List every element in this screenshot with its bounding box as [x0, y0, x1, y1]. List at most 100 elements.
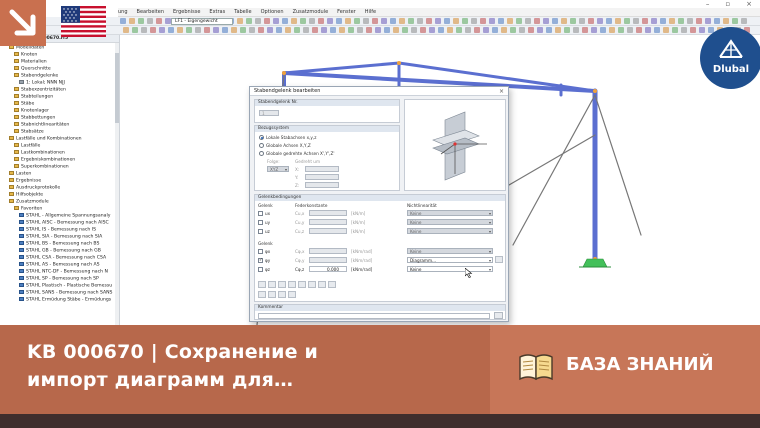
navigator-item[interactable]: Lastfälle — [14, 143, 40, 149]
toolbar-tool-icon[interactable] — [615, 18, 621, 24]
toolbar-tool-icon[interactable] — [462, 18, 468, 24]
toolbar-tool-icon[interactable] — [186, 27, 192, 33]
toolbar-tool-icon[interactable] — [435, 18, 441, 24]
menu-item-tools[interactable]: Extras — [209, 9, 225, 15]
navigator-item[interactable]: Stabsätze — [14, 129, 44, 135]
toolbar-tool-icon[interactable] — [303, 27, 309, 33]
toolbar-tool-icon[interactable] — [384, 27, 390, 33]
toolbar-tool-icon[interactable] — [273, 18, 279, 24]
toolbar-tool-icon[interactable] — [213, 27, 219, 33]
toolbar-tool-icon[interactable] — [714, 18, 720, 24]
preset-button-6[interactable] — [308, 281, 316, 288]
toolbar-tool-icon[interactable] — [519, 27, 525, 33]
toolbar-tool-icon[interactable] — [552, 18, 558, 24]
navigator-item[interactable]: STAHL GB - Bemessung nach GB — [19, 248, 101, 254]
toolbar-tool-icon[interactable] — [606, 18, 612, 24]
toolbar-tool-icon[interactable] — [681, 27, 687, 33]
toolbar-tool-icon[interactable] — [480, 18, 486, 24]
hinge-phiz-checkbox[interactable] — [258, 267, 263, 272]
toolbar-tool-icon[interactable] — [600, 27, 606, 33]
toolbar-tool-icon[interactable] — [309, 18, 315, 24]
radio-rotated-axes[interactable] — [259, 151, 264, 156]
toolbar-tool-icon[interactable] — [411, 27, 417, 33]
toolbar-tool-icon[interactable] — [699, 27, 705, 33]
toolbar-tool-icon[interactable] — [672, 27, 678, 33]
navigator-item[interactable]: Ausdruckprotokolle — [9, 185, 60, 191]
toolbar-tool-icon[interactable] — [168, 27, 174, 33]
preset-button-1[interactable] — [258, 281, 266, 288]
toolbar-tool-icon[interactable] — [645, 27, 651, 33]
toolbar-tool-icon[interactable] — [141, 27, 147, 33]
toolbar-tool-icon[interactable] — [597, 18, 603, 24]
toolbar-tool-icon[interactable] — [120, 18, 126, 24]
navigator-item[interactable]: Favoriten — [14, 206, 42, 212]
preset-button-9[interactable] — [258, 291, 266, 298]
toolbar-tool-icon[interactable] — [570, 18, 576, 24]
toolbar-tool-icon[interactable] — [588, 18, 594, 24]
comment-pick-button[interactable] — [494, 312, 503, 319]
toolbar-tool-icon[interactable] — [240, 27, 246, 33]
navigator-item[interactable]: Materialien — [14, 59, 47, 65]
preset-button-5[interactable] — [298, 281, 306, 288]
toolbar-tool-icon[interactable] — [327, 18, 333, 24]
toolbar-tool-icon[interactable] — [336, 18, 342, 24]
toolbar-tool-icon[interactable] — [660, 18, 666, 24]
preset-button-2[interactable] — [268, 281, 276, 288]
toolbar-tool-icon[interactable] — [177, 27, 183, 33]
navigator-item[interactable]: Stabbettungen — [14, 115, 55, 121]
toolbar-tool-icon[interactable] — [555, 27, 561, 33]
toolbar-tool-icon[interactable] — [204, 27, 210, 33]
toolbar-tool-icon[interactable] — [732, 18, 738, 24]
toolbar-tool-icon[interactable] — [402, 27, 408, 33]
toolbar-tool-icon[interactable] — [591, 27, 597, 33]
navigator-item[interactable]: Stabnichtlinearitäten — [14, 122, 69, 128]
toolbar-tool-icon[interactable] — [534, 18, 540, 24]
menu-item-help[interactable]: Hilfe — [365, 9, 376, 15]
toolbar-tool-icon[interactable] — [363, 18, 369, 24]
comment-input[interactable] — [258, 313, 490, 319]
toolbar-tool-icon[interactable] — [483, 27, 489, 33]
navigator-item[interactable]: STAHL AS - Bemessung nach AS — [19, 262, 100, 268]
preset-button-4[interactable] — [288, 281, 296, 288]
navigator-scrollbar[interactable] — [115, 43, 119, 325]
loadcase-select[interactable]: LF1 - Eigengewicht — [171, 18, 233, 25]
preset-button-8[interactable] — [328, 281, 336, 288]
spring-phiz-field[interactable]: 0.000 — [309, 266, 347, 272]
navigator-item[interactable]: STAHL Plastisch - Plastische Bemessu — [19, 283, 112, 289]
toolbar-tool-icon[interactable] — [525, 18, 531, 24]
toolbar-tool-icon[interactable] — [339, 27, 345, 33]
toolbar-tool-icon[interactable] — [696, 18, 702, 24]
toolbar-tool-icon[interactable] — [156, 18, 162, 24]
toolbar-tool-icon[interactable] — [282, 18, 288, 24]
toolbar-tool-icon[interactable] — [237, 18, 243, 24]
navigator-item[interactable]: STAHL - Allgemeine Spannungsanaly — [19, 213, 110, 219]
toolbar-tool-icon[interactable] — [294, 27, 300, 33]
navigator-item[interactable]: Knoten — [14, 52, 37, 58]
hinge-uz-checkbox[interactable] — [258, 229, 263, 234]
toolbar-tool-icon[interactable] — [381, 18, 387, 24]
toolbar-tool-icon[interactable] — [618, 27, 624, 33]
navigator-item[interactable]: Hilfsobjekte — [9, 192, 43, 198]
toolbar-tool-icon[interactable] — [129, 18, 135, 24]
navigator-item[interactable]: STAHL Ermüdung Stäbe - Ermüdungs — [19, 297, 111, 303]
toolbar-tool-icon[interactable] — [267, 27, 273, 33]
navigator-item[interactable]: Superkombinationen — [14, 164, 69, 170]
toolbar-tool-icon[interactable] — [357, 27, 363, 33]
navigator-item[interactable]: STAHL AISC - Bemessung nach AISC — [19, 220, 109, 226]
toolbar-tool-icon[interactable] — [195, 27, 201, 33]
navigator-item[interactable]: Knotenlager — [14, 108, 49, 114]
hinge-uy-checkbox[interactable] — [258, 220, 263, 225]
toolbar-tool-icon[interactable] — [231, 27, 237, 33]
toolbar-tool-icon[interactable] — [132, 27, 138, 33]
toolbar-tool-icon[interactable] — [573, 27, 579, 33]
preset-button-10[interactable] — [268, 291, 276, 298]
hinge-phiy-checkbox[interactable]: ✓ — [258, 258, 263, 263]
navigator-item[interactable]: Stabexzentrizitäten — [14, 87, 66, 93]
toolbar-tool-icon[interactable] — [291, 18, 297, 24]
toolbar-tool-icon[interactable] — [276, 27, 282, 33]
navigator-item[interactable]: STAHL SANS - Bemessung nach SANS — [19, 290, 112, 296]
toolbar-tool-icon[interactable] — [150, 27, 156, 33]
toolbar-tool-icon[interactable] — [249, 27, 255, 33]
menu-item-edit[interactable]: Bearbeiten — [137, 9, 164, 15]
toolbar-tool-icon[interactable] — [510, 27, 516, 33]
